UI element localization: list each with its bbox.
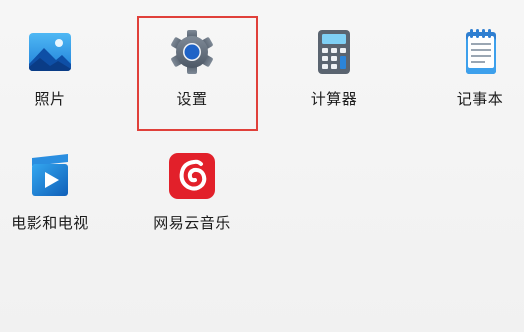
app-calculator[interactable]: 计算器 xyxy=(284,28,384,118)
photos-icon xyxy=(29,33,71,71)
app-netease-cloud-music[interactable]: 网易云音乐 xyxy=(142,152,242,242)
app-label: 计算器 xyxy=(310,90,358,108)
app-movies-tv[interactable]: 电影和电视 xyxy=(0,152,100,242)
app-label: 电影和电视 xyxy=(11,214,89,232)
notepad-icon xyxy=(466,29,496,74)
start-menu-pinned-area: 照片 设置 计算器 记事本 电影和电视 网易云音乐 xyxy=(0,0,524,332)
calculator-icon xyxy=(318,30,350,74)
netease-cloud-music-icon xyxy=(169,153,215,199)
app-label: 网易云音乐 xyxy=(153,214,231,232)
app-photos[interactable]: 照片 xyxy=(0,28,100,118)
settings-highlight-box xyxy=(137,16,258,131)
app-label: 记事本 xyxy=(456,90,504,108)
app-notepad[interactable]: 记事本 xyxy=(430,28,524,118)
app-label: 照片 xyxy=(34,90,66,108)
movies-tv-icon xyxy=(32,154,68,196)
